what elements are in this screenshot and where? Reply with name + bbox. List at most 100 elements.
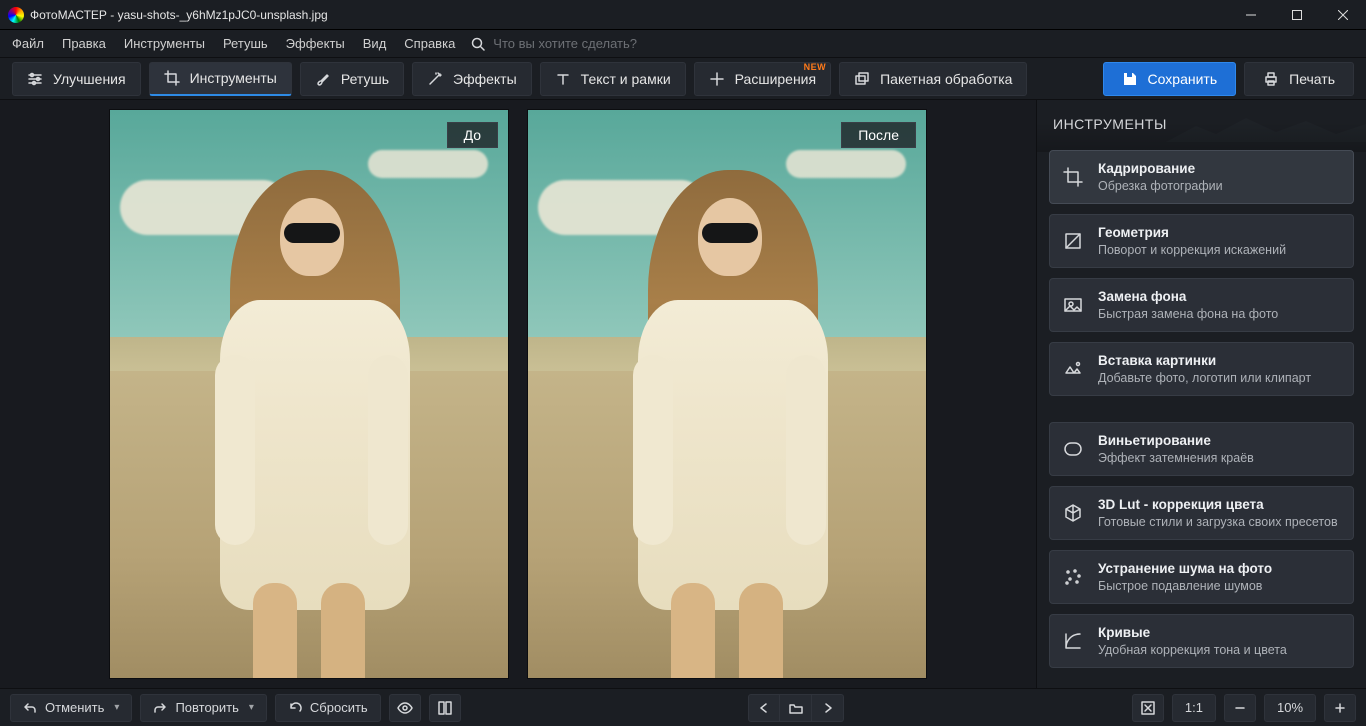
save-button[interactable]: Сохранить xyxy=(1103,62,1237,96)
chevron-down-icon: ▾ xyxy=(249,702,254,713)
fit-screen-button[interactable] xyxy=(1132,694,1164,722)
minimize-button[interactable] xyxy=(1228,0,1274,30)
panel-card-crop[interactable]: КадрированиеОбрезка фотографии xyxy=(1049,150,1354,204)
print-icon xyxy=(1263,71,1279,87)
panel-card-subtitle: Обрезка фотографии xyxy=(1098,179,1341,193)
tab-tools[interactable]: Инструменты xyxy=(149,62,292,96)
mountain-decoration-icon xyxy=(1166,112,1366,142)
reset-icon xyxy=(288,701,302,715)
tab-label: Инструменты xyxy=(190,70,277,86)
panel-card-denoise[interactable]: Устранение шума на фото Быстрое подавлени… xyxy=(1049,550,1354,604)
chevron-down-icon: ▾ xyxy=(114,702,119,713)
panel-card-subtitle: Эффект затемнения краёв xyxy=(1098,451,1341,465)
panel-card-title: Кривые xyxy=(1098,625,1341,640)
menu-file[interactable]: Файл xyxy=(4,32,52,55)
main-area: До После ИНСТРУМЕНТЫ КадрированиеОбрезка… xyxy=(0,100,1366,688)
wand-icon xyxy=(427,71,443,87)
menu-effects[interactable]: Эффекты xyxy=(278,32,353,55)
panel-card-title: Замена фона xyxy=(1098,289,1341,304)
canvas-area[interactable]: До После xyxy=(0,100,1036,688)
menu-edit[interactable]: Правка xyxy=(54,32,114,55)
panel-card-subtitle: Быстрая замена фона на фото xyxy=(1098,307,1341,321)
text-icon xyxy=(555,71,571,87)
reset-button[interactable]: Сбросить xyxy=(275,694,381,722)
menu-tools[interactable]: Инструменты xyxy=(116,32,213,55)
menu-retouch[interactable]: Ретушь xyxy=(215,32,276,55)
plus-icon xyxy=(1333,701,1347,715)
chevron-right-icon xyxy=(822,702,834,714)
bottom-bar: Отменить ▾ Повторить ▾ Сбросить 1:1 10% xyxy=(0,688,1366,726)
panel-card-curves[interactable]: КривыеУдобная коррекция тона и цвета xyxy=(1049,614,1354,668)
menu-help[interactable]: Справка xyxy=(396,32,463,55)
insert-image-icon xyxy=(1062,358,1084,380)
panel-card-geometry[interactable]: ГеометрияПоворот и коррекция искажений xyxy=(1049,214,1354,268)
search-placeholder[interactable]: Что вы хотите сделать? xyxy=(493,36,637,51)
after-photo: После xyxy=(527,109,927,679)
panel-card-vignette[interactable]: ВиньетированиеЭффект затемнения краёв xyxy=(1049,422,1354,476)
zoom-in-button[interactable] xyxy=(1324,694,1356,722)
zoom-out-button[interactable] xyxy=(1224,694,1256,722)
panel-body: КадрированиеОбрезка фотографии ГеометрияП… xyxy=(1037,142,1366,688)
zoom-text: 10% xyxy=(1277,700,1303,715)
panel-card-insert-image[interactable]: Вставка картинкиДобавьте фото, логотип и… xyxy=(1049,342,1354,396)
replace-bg-icon xyxy=(1062,294,1084,316)
compare-split-button[interactable] xyxy=(429,694,461,722)
undo-icon xyxy=(23,701,37,715)
new-badge: NEW xyxy=(804,62,827,72)
prev-file-button[interactable] xyxy=(748,694,780,722)
stack-icon xyxy=(854,71,870,87)
search-icon[interactable] xyxy=(471,37,485,51)
panel-card-subtitle: Готовые стили и загрузка своих пресетов xyxy=(1098,515,1341,529)
minus-icon xyxy=(1233,701,1247,715)
denoise-icon xyxy=(1062,566,1084,588)
save-label: Сохранить xyxy=(1148,71,1218,87)
panel-heading: ИНСТРУМЕНТЫ xyxy=(1037,100,1366,142)
panel-card-title: Устранение шума на фото xyxy=(1098,561,1341,576)
close-button[interactable] xyxy=(1320,0,1366,30)
panel-card-3dlut[interactable]: 3D Lut - коррекция цвета Готовые стили и … xyxy=(1049,486,1354,540)
split-icon xyxy=(437,700,453,716)
undo-button[interactable]: Отменить ▾ xyxy=(10,694,132,722)
after-label: После xyxy=(841,122,916,148)
eye-icon xyxy=(397,700,413,716)
tab-label: Расширения xyxy=(735,71,816,87)
redo-button[interactable]: Повторить ▾ xyxy=(140,694,266,722)
menu-bar: Файл Правка Инструменты Ретушь Эффекты В… xyxy=(0,30,1366,58)
toggle-preview-button[interactable] xyxy=(389,694,421,722)
redo-icon xyxy=(153,701,167,715)
tab-label: Улучшения xyxy=(53,71,126,87)
print-button[interactable]: Печать xyxy=(1244,62,1354,96)
title-bar: ФотоМАСТЕР - yasu-shots-_y6hMz1pJC0-unsp… xyxy=(0,0,1366,30)
folder-icon xyxy=(789,702,803,714)
brush-icon xyxy=(315,71,331,87)
plus-icon xyxy=(709,71,725,87)
panel-card-replace-bg[interactable]: Замена фона Быстрая замена фона на фото xyxy=(1049,278,1354,332)
open-folder-button[interactable] xyxy=(780,694,812,722)
next-file-button[interactable] xyxy=(812,694,844,722)
panel-card-subtitle: Быстрое подавление шумов xyxy=(1098,579,1341,593)
app-logo-icon xyxy=(8,7,24,23)
tab-enhance[interactable]: Улучшения xyxy=(12,62,141,96)
tab-label: Эффекты xyxy=(453,71,517,87)
menu-view[interactable]: Вид xyxy=(355,32,395,55)
tab-batch[interactable]: Пакетная обработка xyxy=(839,62,1027,96)
maximize-button[interactable] xyxy=(1274,0,1320,30)
crop-icon xyxy=(164,70,180,86)
main-toolbar: Улучшения Инструменты Ретушь Эффекты Тек… xyxy=(0,58,1366,100)
panel-card-subtitle: Добавьте фото, логотип или клипарт xyxy=(1098,371,1341,385)
save-icon xyxy=(1122,71,1138,87)
panel-card-title: 3D Lut - коррекция цвета xyxy=(1098,497,1341,512)
file-nav-group xyxy=(748,694,844,722)
undo-label: Отменить xyxy=(45,700,104,715)
vignette-icon xyxy=(1062,438,1084,460)
tab-text-frames[interactable]: Текст и рамки xyxy=(540,62,686,96)
reset-label: Сбросить xyxy=(310,700,368,715)
zoom-value[interactable]: 10% xyxy=(1264,694,1316,722)
actual-size-button[interactable]: 1:1 xyxy=(1172,694,1216,722)
tab-extensions[interactable]: NEW Расширения xyxy=(694,62,831,96)
curves-icon xyxy=(1062,630,1084,652)
fit-screen-icon xyxy=(1141,701,1155,715)
tab-retouch[interactable]: Ретушь xyxy=(300,62,404,96)
tab-effects[interactable]: Эффекты xyxy=(412,62,532,96)
window-controls xyxy=(1228,0,1366,30)
